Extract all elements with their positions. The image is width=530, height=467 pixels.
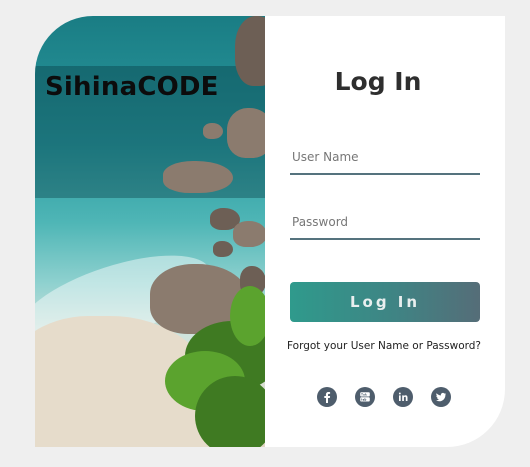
linkedin-icon[interactable] — [393, 387, 413, 407]
brand-name: SihinaCODE — [45, 72, 219, 102]
login-card: SihinaCODE Log In Log In Forgot your Use… — [35, 16, 505, 447]
twitter-icon[interactable] — [431, 387, 451, 407]
username-input[interactable] — [290, 141, 480, 175]
photo-rock — [213, 241, 233, 257]
photo-rock — [233, 221, 265, 247]
login-button[interactable]: Log In — [290, 282, 480, 322]
photo-palm — [230, 286, 265, 346]
login-form: Log In Log In Forgot your User Name or P… — [265, 16, 505, 447]
youtube-icon[interactable] — [355, 387, 375, 407]
facebook-icon[interactable] — [317, 387, 337, 407]
page-title: Log In — [334, 67, 422, 96]
beach-photo: SihinaCODE — [35, 16, 265, 447]
forgot-credentials-link[interactable]: Forgot your User Name or Password? — [265, 340, 503, 352]
photo-rock — [235, 16, 265, 86]
photo-rock — [227, 108, 265, 158]
password-input[interactable] — [290, 206, 480, 240]
photo-rock — [203, 123, 223, 139]
photo-rock — [163, 161, 233, 193]
